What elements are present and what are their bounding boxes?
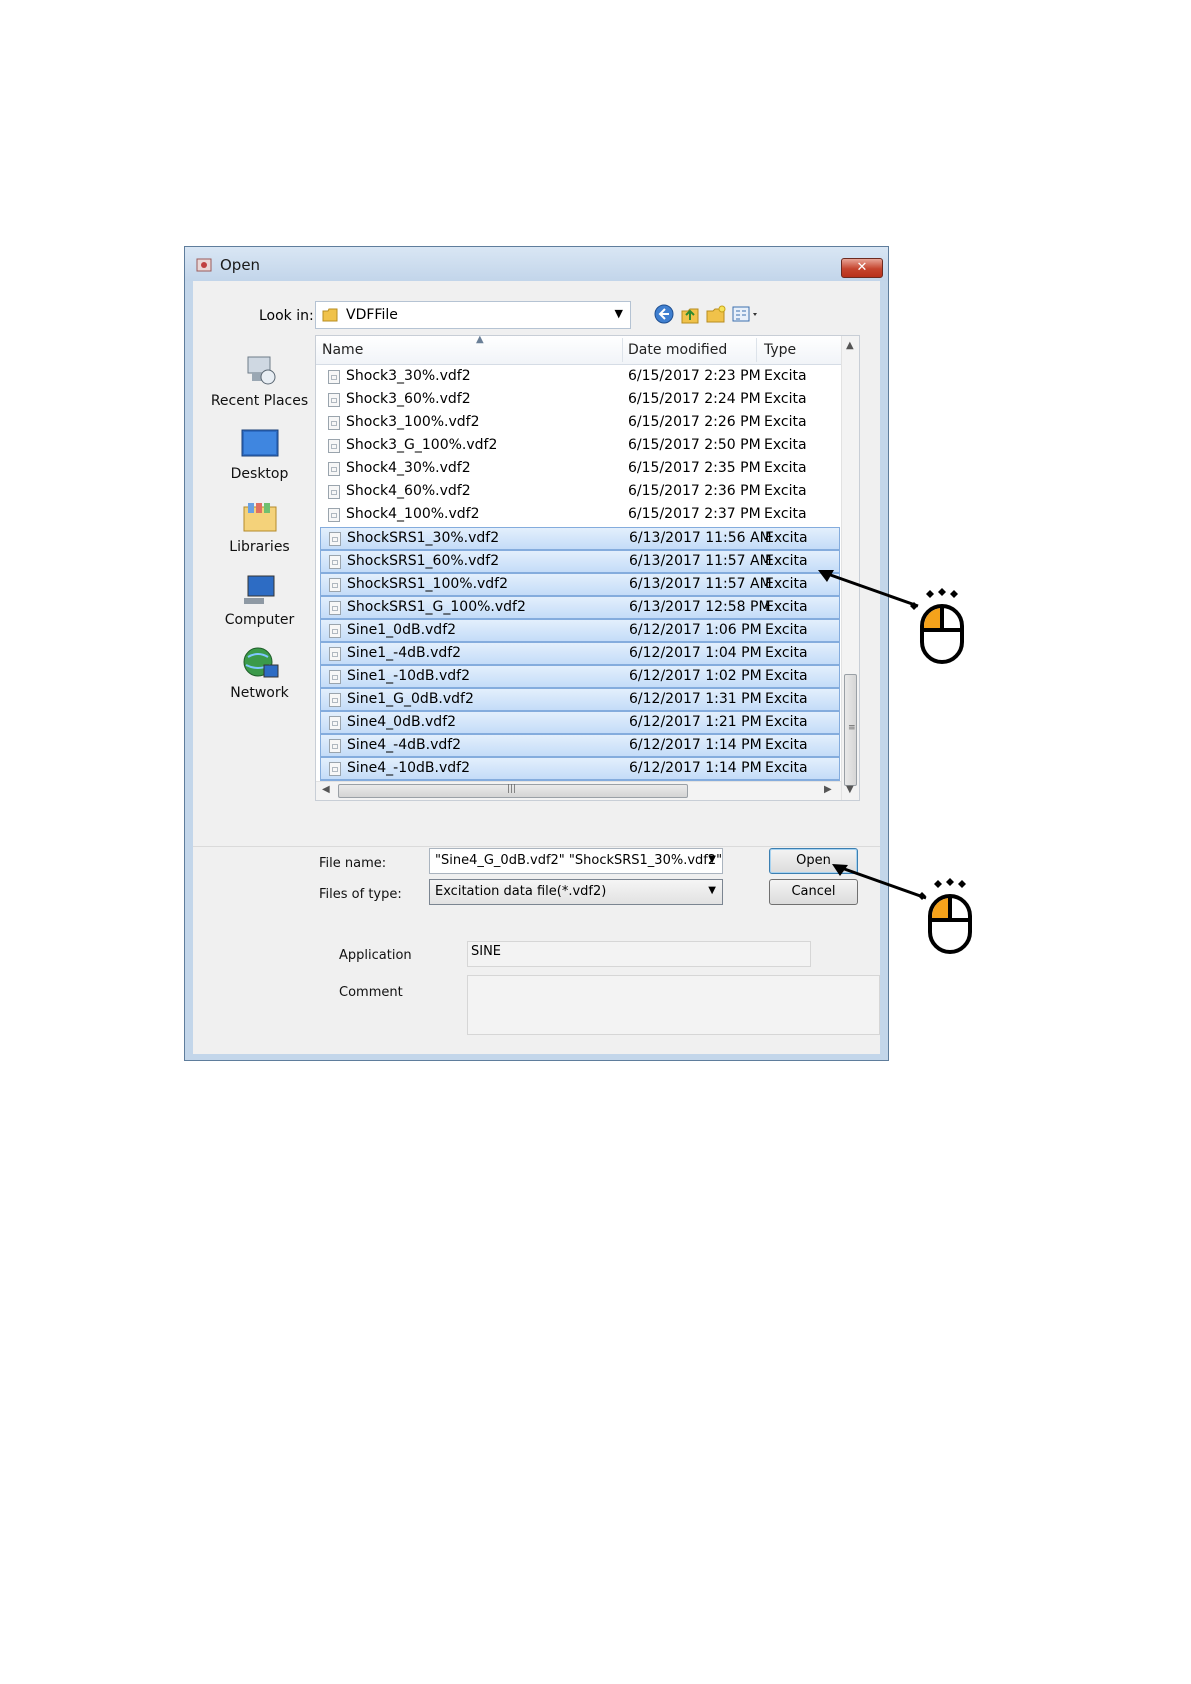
annotation-overlay — [818, 570, 927, 900]
mouse-left-click-icon — [918, 878, 972, 954]
arrow-to-open-icon — [832, 864, 927, 900]
arrow-to-list-icon — [818, 570, 919, 608]
mouse-left-click-icon — [910, 588, 964, 664]
